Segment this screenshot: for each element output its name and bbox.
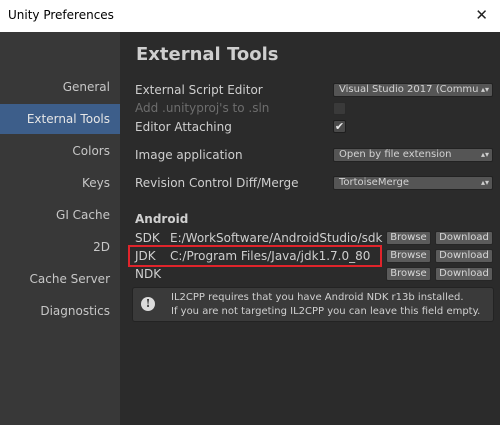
- unityproj-label: Add .unityproj's to .sln: [135, 101, 270, 115]
- sdk-download-button[interactable]: Download: [435, 231, 493, 245]
- close-icon[interactable]: ✕: [475, 6, 488, 24]
- title-bar: Unity Preferences ✕: [0, 0, 500, 32]
- sdk-browse-button[interactable]: Browse: [386, 231, 431, 245]
- scrollbar[interactable]: [494, 32, 500, 425]
- ndk-label: NDK: [135, 267, 162, 281]
- jdk-browse-button[interactable]: Browse: [386, 249, 431, 263]
- image-application-label: Image application: [135, 148, 243, 162]
- script-editor-dropdown[interactable]: Visual Studio 2017 (Commu ▴▾: [333, 83, 493, 97]
- image-application-dropdown[interactable]: Open by file extension ▴▾: [333, 148, 493, 162]
- preferences-sidebar: General External Tools Colors Keys GI Ca…: [0, 32, 120, 425]
- dropdown-arrow-icon: ▴▾: [480, 178, 489, 187]
- editor-attaching-label: Editor Attaching: [135, 120, 232, 134]
- sidebar-item-colors[interactable]: Colors: [0, 144, 110, 158]
- sidebar-item-cache-server[interactable]: Cache Server: [0, 272, 110, 286]
- unityproj-checkbox[interactable]: [333, 102, 346, 115]
- sidebar-item-external-tools[interactable]: External Tools: [0, 104, 120, 134]
- editor-attaching-checkbox[interactable]: ✔: [333, 120, 346, 133]
- window-title: Unity Preferences: [8, 8, 114, 22]
- jdk-download-button[interactable]: Download: [435, 249, 493, 263]
- il2cpp-info-box: ! IL2CPP requires that you have Android …: [132, 287, 494, 322]
- checkmark-icon: ✔: [334, 120, 345, 133]
- external-tools-panel: External Tools External Script Editor Vi…: [120, 32, 500, 425]
- script-editor-label: External Script Editor: [135, 83, 263, 97]
- revision-control-label: Revision Control Diff/Merge: [135, 176, 299, 190]
- sidebar-item-2d[interactable]: 2D: [0, 240, 110, 254]
- image-application-value: Open by file extension: [339, 149, 452, 160]
- sidebar-item-gi-cache[interactable]: GI Cache: [0, 208, 110, 222]
- jdk-highlight-box: [128, 245, 382, 267]
- android-section-title: Android: [135, 212, 189, 226]
- info-text-line-2: If you are not targeting IL2CPP you can …: [171, 306, 481, 317]
- revision-control-value: TortoiseMerge: [339, 177, 410, 188]
- script-editor-value: Visual Studio 2017 (Commu: [339, 84, 479, 95]
- sdk-label: SDK: [135, 231, 160, 245]
- ndk-download-button[interactable]: Download: [435, 267, 493, 281]
- page-title: External Tools: [136, 44, 279, 65]
- sidebar-item-keys[interactable]: Keys: [0, 176, 110, 190]
- info-text-line-1: IL2CPP requires that you have Android ND…: [171, 292, 464, 303]
- ndk-browse-button[interactable]: Browse: [386, 267, 431, 281]
- dropdown-arrow-icon: ▴▾: [480, 150, 489, 159]
- sidebar-item-general[interactable]: General: [0, 80, 110, 94]
- revision-control-dropdown[interactable]: TortoiseMerge ▴▾: [333, 176, 493, 190]
- dropdown-arrow-icon: ▴▾: [480, 85, 489, 94]
- info-icon: !: [141, 297, 155, 311]
- sdk-path-field[interactable]: E:/WorkSoftware/AndroidStudio/sdk: [170, 231, 382, 245]
- sidebar-item-diagnostics[interactable]: Diagnostics: [0, 304, 110, 318]
